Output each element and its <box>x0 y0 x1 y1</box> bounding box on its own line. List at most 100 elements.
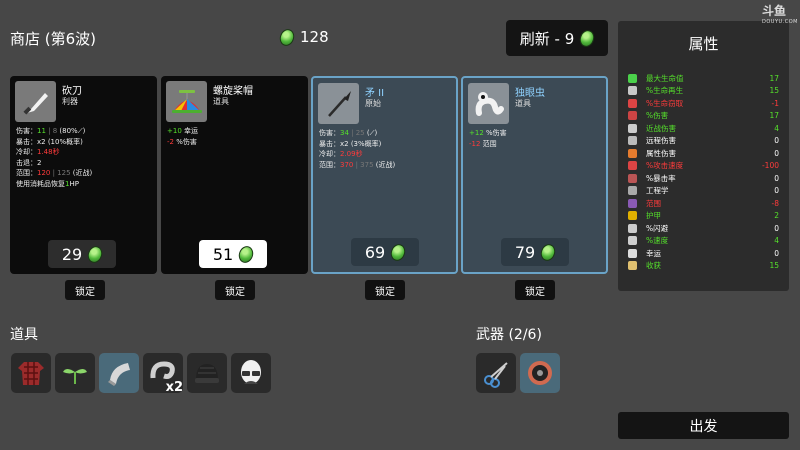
saw-blade-icon <box>528 361 552 385</box>
attribute-icon <box>628 136 637 146</box>
attribute-icon <box>628 73 637 83</box>
attribute-label: %暴击率 <box>646 173 676 183</box>
attribute-icon <box>628 248 637 258</box>
attribute-value: 4 <box>774 236 779 246</box>
stat-line: 冷却：1.48秒 <box>16 148 60 156</box>
attribute-label: 收获 <box>646 261 661 271</box>
materials-counter: 128 <box>277 26 329 48</box>
material-gem-icon <box>277 26 297 48</box>
item-slot[interactable]: x2 <box>143 353 183 395</box>
item-slot[interactable] <box>11 353 51 393</box>
attribute-row: 范围 -8 <box>618 197 789 210</box>
attributes-list: 最大生命值 17 %生命再生 15 %生命窃取 -1 %伤害 17 近战伤害 4 远程伤害 0 属性伤害… <box>618 72 789 272</box>
price-tag[interactable]: 51 <box>199 240 267 268</box>
weapon-slot[interactable] <box>476 353 516 393</box>
attribute-value: 15 <box>769 86 779 96</box>
card-stats: +12 %伤害 -12 范围 <box>469 128 602 149</box>
attribute-value: 4 <box>774 123 779 133</box>
material-gem-icon <box>85 243 105 265</box>
material-gem-icon <box>236 243 256 265</box>
item-slot[interactable] <box>55 353 95 393</box>
attribute-icon <box>628 236 637 246</box>
attribute-row: %攻击速度 -100 <box>618 160 789 173</box>
stat-line: +12 %伤害 <box>469 129 507 137</box>
go-button[interactable]: 出发 <box>618 412 789 439</box>
refresh-button[interactable]: 刷新 - 9 <box>506 20 608 56</box>
attribute-value: 17 <box>769 73 779 83</box>
stat-line: 暴击：x2 (3%概率) <box>319 139 382 148</box>
shop-title: 商店 (第6波) <box>10 30 97 48</box>
card-type: 原始 <box>365 99 381 108</box>
stat-line: 使用消耗品恢复1HP <box>16 179 79 188</box>
price-value: 29 <box>61 244 83 264</box>
attribute-label: 近战伤害 <box>646 123 676 133</box>
attribute-row: %速度 4 <box>618 235 789 248</box>
attribute-row: %闪避 0 <box>618 222 789 235</box>
attribute-value: 0 <box>774 173 779 183</box>
attribute-value: 0 <box>774 136 779 146</box>
shop-card-propeller-hat[interactable]: 螺旋桨帽 道具 +10 幸运 -2 %伤害 51 <box>161 76 308 274</box>
attribute-value: 0 <box>774 186 779 196</box>
price-tag[interactable]: 29 <box>48 240 116 268</box>
attribute-label: 远程伤害 <box>646 136 676 146</box>
attribute-icon <box>628 98 637 108</box>
attribute-label: %闪避 <box>646 223 669 233</box>
shop-card-spear[interactable]: 矛 II 原始 伤害：34 | 25 (⟋) 暴击：x2 (3%概率) 冷却：2.0… <box>311 76 458 274</box>
item-slot[interactable] <box>187 353 227 393</box>
attribute-label: %生命再生 <box>646 86 684 96</box>
spear-icon <box>318 83 359 124</box>
attribute-value: 0 <box>774 148 779 158</box>
card-type: 利器 <box>62 97 78 106</box>
attribute-value: 17 <box>769 111 779 121</box>
attribute-value: 15 <box>769 261 779 271</box>
price-value: 69 <box>364 242 386 262</box>
shop-card-machete[interactable]: 砍刀 利器 伤害：11 | 8 (80%⟋) 暴击：x2 (10%概率) 冷却：1.… <box>10 76 157 274</box>
attribute-label: 最大生命值 <box>646 73 684 83</box>
attribute-icon <box>628 173 637 183</box>
price-tag[interactable]: 69 <box>351 238 419 266</box>
stat-line: 暴击：x2 (10%概率) <box>16 137 83 146</box>
shop-card-cyclops-worm[interactable]: 独眼虫 道具 +12 %伤害 -12 范围 79 <box>461 76 608 274</box>
watermark-brand: 斗鱼 <box>762 4 787 18</box>
items-label: 道具 <box>10 327 38 343</box>
beanie-icon <box>195 364 219 383</box>
lock-button[interactable]: 锁定 <box>65 280 105 300</box>
attribute-icon <box>628 198 637 208</box>
lock-button[interactable]: 锁定 <box>215 280 255 300</box>
material-gem-icon <box>538 241 558 263</box>
sprout-icon <box>63 369 87 384</box>
material-gem-icon <box>388 241 408 263</box>
stat-line: 伤害：34 | 25 (⟋) <box>319 129 378 137</box>
attribute-icon <box>628 148 637 158</box>
attribute-row: 收获 15 <box>618 260 789 273</box>
attribute-label: %生命窃取 <box>646 98 684 108</box>
stat-line: 范围：120 | 125 (近战) <box>16 169 93 177</box>
lock-button[interactable]: 锁定 <box>515 280 555 300</box>
card-name: 独眼虫 <box>515 88 545 99</box>
attribute-label: %速度 <box>646 236 669 246</box>
watermark-domain: DOUYU.COM <box>762 19 798 25</box>
item-slot[interactable] <box>99 353 139 393</box>
attribute-icon <box>628 111 637 121</box>
attribute-row: 近战伤害 4 <box>618 122 789 135</box>
materials-count: 128 <box>300 28 329 46</box>
stat-line: 伤害：11 | 8 (80%⟋) <box>16 127 86 135</box>
card-stats: +10 幸运 -2 %伤害 <box>167 126 304 147</box>
attribute-label: 工程学 <box>646 186 669 196</box>
item-slot[interactable] <box>231 353 271 393</box>
worm-icon <box>468 83 509 124</box>
card-type: 道具 <box>213 97 229 106</box>
attribute-label: 幸运 <box>646 248 661 258</box>
attribute-row: 幸运 0 <box>618 247 789 260</box>
price-tag[interactable]: 79 <box>501 238 569 266</box>
weapon-slot[interactable] <box>520 353 560 393</box>
card-name: 螺旋桨帽 <box>213 86 253 97</box>
attribute-row: %生命再生 15 <box>618 85 789 98</box>
attribute-value: -1 <box>771 98 779 108</box>
attribute-label: 范围 <box>646 198 661 208</box>
attribute-label: %伤害 <box>646 111 669 121</box>
lock-button[interactable]: 锁定 <box>365 280 405 300</box>
watermark-logo: 斗鱼 DOUYU.COM <box>762 2 798 25</box>
card-type: 道具 <box>515 99 531 108</box>
scissors-icon <box>484 362 508 388</box>
